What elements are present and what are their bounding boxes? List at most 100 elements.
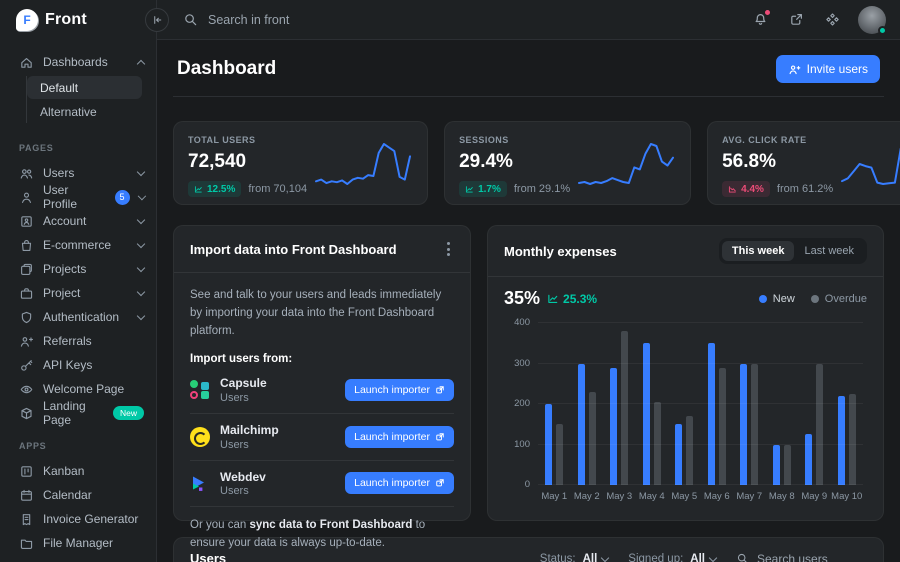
shield-icon	[19, 310, 34, 325]
export-button[interactable]	[782, 6, 810, 34]
stat-compare: from 61.2%	[777, 183, 833, 195]
x-axis-tick: May 1	[538, 491, 571, 502]
sidebar-item-ecommerce[interactable]: E-commerce	[0, 233, 156, 257]
expenses-bar-chart: 0100200300400 May 1May 2May 3May 4May 5M…	[504, 319, 867, 508]
mailchimp-logo-icon	[190, 427, 210, 447]
x-axis-tick: May 7	[733, 491, 766, 502]
x-axis-tick: May 8	[766, 491, 799, 502]
bar-group	[740, 323, 758, 485]
x-axis-tick: May 2	[571, 491, 604, 502]
sidebar-item-referrals[interactable]: Referrals	[0, 329, 156, 353]
sidebar-item-alternative[interactable]: Alternative	[27, 100, 142, 123]
expenses-title: Monthly expenses	[504, 244, 617, 259]
launch-importer-button[interactable]: Launch importer	[345, 426, 454, 448]
bar-group	[675, 323, 693, 485]
chevron-down-icon	[137, 191, 145, 199]
box-icon	[19, 406, 34, 421]
diamonds-icon	[825, 12, 840, 27]
legend-overdue[interactable]: Overdue	[811, 293, 867, 305]
stat-compare: from 29.1%	[514, 183, 570, 195]
monthly-expenses-card: Monthly expenses This week Last week 35%…	[487, 225, 884, 521]
sidebar-collapse-button[interactable]	[145, 8, 169, 32]
bar-group	[805, 323, 823, 485]
kanban-icon	[19, 464, 34, 479]
sparkline-chart	[313, 141, 413, 187]
more-options-icon[interactable]	[443, 238, 454, 260]
toggle-last-week[interactable]: Last week	[794, 241, 864, 261]
eye-icon	[19, 382, 34, 397]
sidebar-item-invoice-generator[interactable]: Invoice Generator	[0, 507, 156, 531]
sidebar-item-calendar[interactable]: Calendar	[0, 483, 156, 507]
status-filter[interactable]: Status: All	[540, 553, 609, 562]
chart-legend: New Overdue	[759, 293, 867, 305]
import-footer: Or you can sync data to Front Dashboard …	[190, 517, 454, 553]
signed-up-filter[interactable]: Signed up: All	[628, 553, 716, 562]
chevron-down-icon	[137, 215, 145, 223]
bar-group	[610, 323, 628, 485]
stat-value: 56.8%	[722, 151, 833, 173]
sidebar-item-account[interactable]: Account	[0, 209, 156, 233]
sync-data-link[interactable]: sync data to Front Dashboard	[249, 519, 412, 531]
external-link-icon	[435, 385, 445, 395]
sidebar-item-users[interactable]: Users	[0, 161, 156, 185]
page-content: Dashboard Invite users TOTAL USERS 72,54…	[157, 40, 900, 562]
avatar[interactable]	[858, 6, 886, 34]
pages-section-label: PAGES	[0, 127, 156, 161]
import-data-card: Import data into Front Dashboard See and…	[173, 225, 471, 521]
chevron-down-icon	[137, 287, 145, 295]
apps-button[interactable]	[818, 6, 846, 34]
stat-card-avg-click-rate[interactable]: AVG. CLICK RATE 56.8% 4.4% from 61.2%	[707, 121, 900, 205]
y-axis-tick: 200	[504, 398, 530, 409]
sparkline-chart	[576, 141, 676, 187]
chart-x-axis: May 1May 2May 3May 4May 5May 6May 7May 8…	[538, 491, 863, 502]
sidebar-item-api-keys[interactable]: API Keys	[0, 353, 156, 377]
launch-importer-button[interactable]: Launch importer	[345, 379, 454, 401]
sidebar-item-file-manager[interactable]: File Manager	[0, 531, 156, 555]
dashboards-subnav: Default Alternative	[26, 76, 156, 123]
legend-new[interactable]: New	[759, 293, 795, 305]
chevron-down-icon	[137, 167, 145, 175]
search-input[interactable]	[208, 13, 408, 27]
graph-up-icon	[194, 185, 203, 194]
vendor-row-webdev: Webdev Users Launch importer	[190, 461, 454, 508]
sidebar-item-projects[interactable]: Projects	[0, 257, 156, 281]
stat-card-sessions[interactable]: SESSIONS 29.4% 1.7% from 29.1%	[444, 121, 691, 205]
bar-group	[708, 323, 726, 485]
users-search[interactable]	[736, 552, 867, 562]
sidebar-item-dashboards[interactable]: Dashboards	[0, 50, 156, 74]
invite-users-button[interactable]: Invite users	[776, 55, 880, 83]
bar-overdue	[621, 331, 628, 485]
sidebar-item-default[interactable]: Default	[27, 76, 142, 99]
stat-card-total-users[interactable]: TOTAL USERS 72,540 12.5% from 70,104	[173, 121, 428, 205]
x-axis-tick: May 6	[701, 491, 734, 502]
bar-group	[838, 323, 856, 485]
calendar-icon	[19, 488, 34, 503]
vendor-row-capsule: Capsule Users Launch importer	[190, 367, 454, 414]
search-icon	[183, 12, 198, 27]
x-axis-tick: May 10	[831, 491, 864, 502]
bar-new	[643, 343, 650, 485]
users-search-input[interactable]	[757, 552, 867, 562]
bar-overdue	[556, 424, 563, 485]
toggle-this-week[interactable]: This week	[722, 241, 795, 261]
brand[interactable]: F Front	[0, 0, 156, 40]
sidebar-item-kanban[interactable]: Kanban	[0, 459, 156, 483]
notification-dot	[764, 9, 771, 16]
sidebar-item-user-profile[interactable]: User Profile 5	[0, 185, 156, 209]
person-plus-icon	[788, 63, 801, 76]
sidebar-item-authentication[interactable]: Authentication	[0, 305, 156, 329]
id-card-icon	[19, 214, 34, 229]
sidebar-item-welcome-page[interactable]: Welcome Page	[0, 377, 156, 401]
global-search[interactable]	[183, 12, 738, 27]
app-window: F Front Dashboards Default Alternative P…	[0, 0, 900, 562]
expenses-value: 35%	[504, 288, 540, 309]
sidebar-item-landing-page[interactable]: Landing Page New	[0, 401, 156, 425]
bar-group	[773, 323, 791, 485]
sidebar-item-project[interactable]: Project	[0, 281, 156, 305]
launch-importer-button[interactable]: Launch importer	[345, 472, 454, 494]
main-area: Dashboard Invite users TOTAL USERS 72,54…	[157, 0, 900, 562]
notifications-button[interactable]	[746, 6, 774, 34]
bar-group	[643, 323, 661, 485]
chevron-up-icon	[137, 60, 145, 68]
y-axis-tick: 0	[504, 479, 530, 490]
